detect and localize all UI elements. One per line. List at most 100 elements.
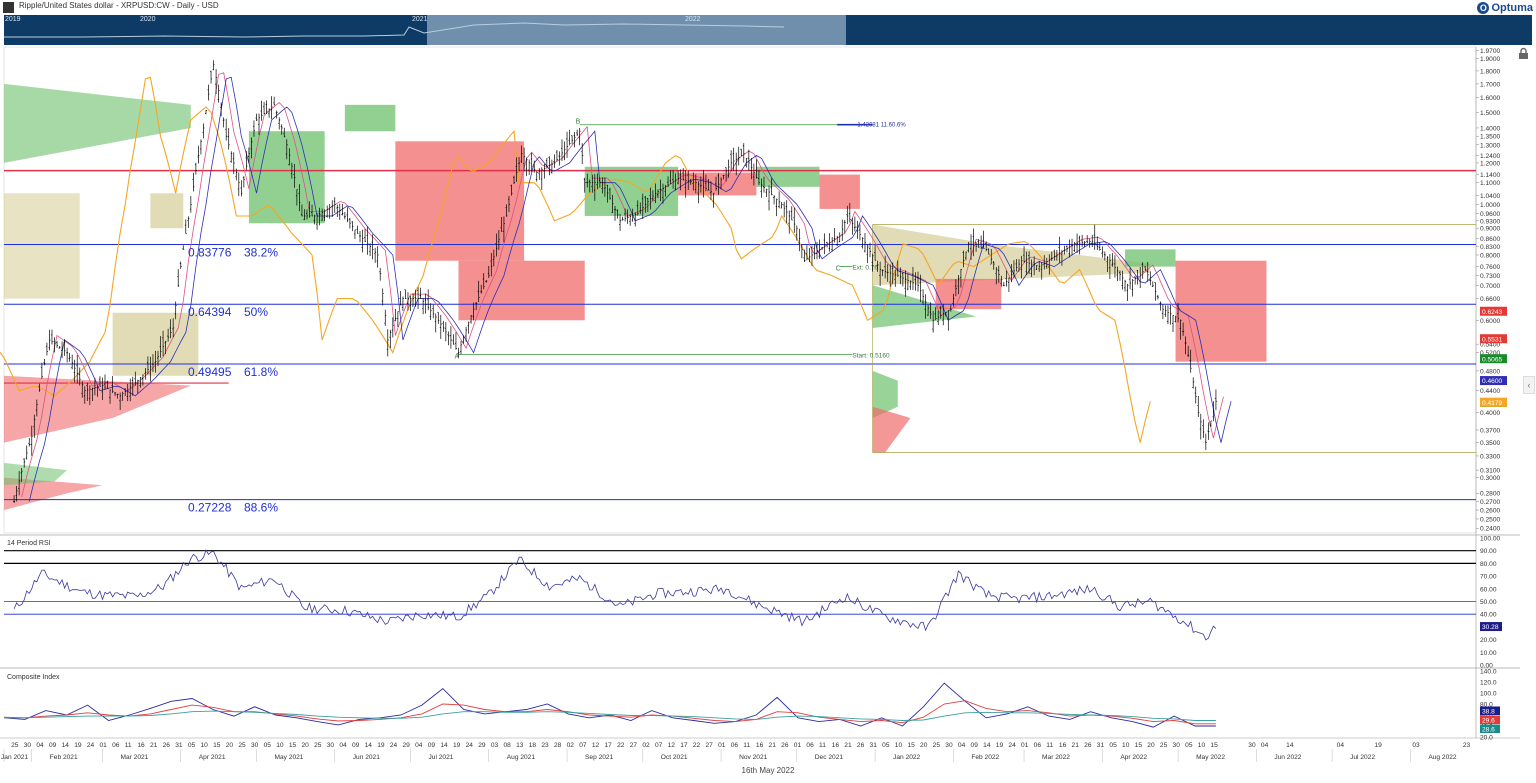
x-axis-day-label: 06 xyxy=(806,742,814,749)
x-axis-day-label: 30 xyxy=(24,742,32,749)
price-axis-label: 0.6600 xyxy=(1480,296,1501,303)
price-axis-label: 0.4400 xyxy=(1480,388,1501,395)
x-axis-month-label: Aug 2022 xyxy=(1428,754,1457,761)
rsi-axis-label: 60.00 xyxy=(1480,586,1497,593)
price-axis-label: 0.4800 xyxy=(1480,368,1501,375)
x-axis-day-label: 02 xyxy=(567,742,575,749)
abc-ext-text: Ext: 0.76 xyxy=(852,265,878,272)
x-axis-day-label: 14 xyxy=(62,742,70,749)
x-axis-day-label: 05 xyxy=(882,742,890,749)
x-axis-day-label: 22 xyxy=(693,742,701,749)
price-axis-label: 0.8300 xyxy=(1480,244,1501,251)
price-axis-label: 1.3500 xyxy=(1480,134,1501,141)
x-axis-month-label: Jun 2021 xyxy=(353,754,380,761)
rsi-axis-label: 10.00 xyxy=(1480,650,1497,657)
x-axis-month-label: Mar 2022 xyxy=(1042,754,1070,761)
chart-canvas[interactable]: ABCStart: 0.5160Ext: 0.761.42081 11.60.6… xyxy=(0,0,1536,783)
x-axis-day-label: 05 xyxy=(264,742,272,749)
panel-collapse-icon[interactable]: ‹ xyxy=(1523,376,1535,394)
x-axis-day-label: 08 xyxy=(503,742,511,749)
x-axis-day-label: 19 xyxy=(453,742,461,749)
abc-point-label: B xyxy=(576,119,581,126)
price-axis-label: 1.6000 xyxy=(1480,95,1501,102)
price-axis-label: 0.3700 xyxy=(1480,427,1501,434)
x-axis-day-label: 30 xyxy=(251,742,259,749)
fib-level-value: 0.64394 xyxy=(188,305,232,319)
x-axis-month-label: May 2022 xyxy=(1196,754,1225,761)
x-axis-day-label: 05 xyxy=(1185,742,1193,749)
ci-badge-value: 29.6 xyxy=(1482,718,1495,725)
price-axis-label: 0.7000 xyxy=(1480,283,1501,290)
x-axis-day-label: 29 xyxy=(478,742,486,749)
rsi-axis-label: 40.00 xyxy=(1480,612,1497,619)
ichimoku-cloud xyxy=(458,260,585,321)
x-axis-month-label: Apr 2021 xyxy=(199,754,226,761)
x-axis-month-label: Apr 2022 xyxy=(1120,754,1147,761)
x-axis-month-label: Aug 2021 xyxy=(507,754,536,761)
x-axis-day-label: 09 xyxy=(49,742,57,749)
x-axis-day-label: 13 xyxy=(516,742,524,749)
x-axis-day-label: 03 xyxy=(1412,742,1420,749)
rsi-axis-label: 50.00 xyxy=(1480,599,1497,606)
x-axis-day-label: 15 xyxy=(1210,742,1218,749)
x-axis-day-label: 16 xyxy=(756,742,764,749)
ichimoku-cloud xyxy=(344,104,396,132)
x-axis-day-label: 25 xyxy=(1160,742,1168,749)
x-axis-day-label: 25 xyxy=(11,742,19,749)
x-axis-day-label: 30 xyxy=(1173,742,1181,749)
price-badge-value: 0.6243 xyxy=(1482,309,1503,316)
price-axis-label: 0.8600 xyxy=(1480,236,1501,243)
fib-level-ratio: 38.2% xyxy=(244,245,278,259)
x-axis-day-label: 05 xyxy=(1109,742,1117,749)
x-axis-day-label: 25 xyxy=(314,742,322,749)
chart-window: Ripple/United States dollar - XRPUSD:CW … xyxy=(0,0,1536,783)
vp-zone xyxy=(150,193,184,229)
rsi-axis-label: 90.00 xyxy=(1480,548,1497,555)
price-badge-value: 0.5065 xyxy=(1482,356,1503,363)
x-axis-month-label: Jan 2022 xyxy=(893,754,920,761)
x-axis-day-label: 03 xyxy=(491,742,499,749)
rsi-panel-title: 14 Period RSI xyxy=(7,540,51,547)
ichimoku-cloud xyxy=(756,166,820,187)
x-axis-day-label: 19 xyxy=(996,742,1004,749)
price-axis-label: 1.1000 xyxy=(1480,180,1501,187)
price-axis-label: 1.9000 xyxy=(1480,56,1501,63)
x-axis-day-label: 10 xyxy=(200,742,208,749)
x-axis-day-label: 24 xyxy=(390,742,398,749)
x-axis-day-label: 20 xyxy=(1147,742,1155,749)
fib-level-value: 0.49495 xyxy=(188,365,232,379)
x-axis-month-label: Jul 2022 xyxy=(1350,754,1375,761)
x-axis-day-label: 16 xyxy=(1059,742,1067,749)
price-axis-label: 1.2000 xyxy=(1480,160,1501,167)
x-axis-day-label: 18 xyxy=(529,742,537,749)
x-axis-day-label: 27 xyxy=(630,742,638,749)
x-axis-day-label: 19 xyxy=(74,742,82,749)
price-axis-label: 1.4000 xyxy=(1480,125,1501,132)
x-axis-day-label: 21 xyxy=(150,742,158,749)
x-axis-month-label: Feb 2022 xyxy=(971,754,999,761)
x-axis-day-label: 12 xyxy=(668,742,676,749)
x-axis-day-label: 09 xyxy=(352,742,360,749)
ichimoku-cloud xyxy=(819,174,860,209)
price-axis-label: 0.3300 xyxy=(1480,453,1501,460)
x-axis-day-label: 11 xyxy=(125,742,132,749)
x-axis-month-label: Sep 2021 xyxy=(585,754,614,761)
price-axis-label: 0.2500 xyxy=(1480,516,1501,523)
x-axis-day-label: 10 xyxy=(276,742,284,749)
price-axis-label: 0.8000 xyxy=(1480,252,1501,259)
x-axis-day-label: 15 xyxy=(1135,742,1143,749)
rsi-axis-label: 100.00 xyxy=(1480,536,1501,543)
price-axis-label: 0.2700 xyxy=(1480,499,1501,506)
x-axis-day-label: 22 xyxy=(617,742,625,749)
x-axis-day-label: 21 xyxy=(1072,742,1080,749)
x-axis-month-label: Dec 2021 xyxy=(815,754,844,761)
fib-level-ratio: 88.6% xyxy=(244,501,278,515)
x-axis-day-label: 30 xyxy=(327,742,335,749)
vp-zone xyxy=(4,193,80,299)
price-badge-value: 0.4600 xyxy=(1482,378,1503,385)
x-axis-day-label: 09 xyxy=(971,742,979,749)
fib-level-ratio: 50% xyxy=(244,305,268,319)
lock-icon[interactable] xyxy=(1517,47,1530,60)
ci-series-line xyxy=(3,682,1216,728)
x-axis-day-label: 04 xyxy=(36,742,44,749)
